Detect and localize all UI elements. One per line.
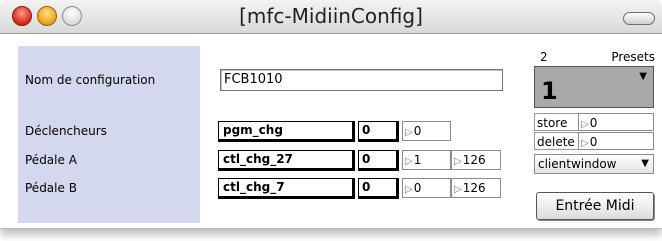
- presets-label: Presets: [611, 50, 655, 64]
- client-window-menu-value: clientwindow: [538, 157, 617, 171]
- message-box-pgm-chg[interactable]: pgm_chg: [218, 121, 355, 142]
- outlet-display-pedale-a-1: ▷1: [402, 150, 451, 170]
- triangle-down-icon: ▼: [639, 71, 647, 82]
- outlet-display-declencheurs: ▷0: [402, 121, 451, 141]
- preset-current-value: 1: [541, 77, 558, 105]
- triangle-down-icon: ▼: [641, 158, 649, 169]
- outlet-arrow-icon: ▷: [581, 119, 589, 130]
- presets-count: 2: [540, 50, 548, 64]
- presets-header: 2 Presets: [532, 50, 657, 66]
- message-box-ctl-chg-7[interactable]: ctl_chg_7: [218, 178, 355, 199]
- store-button[interactable]: store: [534, 113, 578, 131]
- window-title: [mfc-MidiinConfig]: [239, 4, 423, 28]
- row-label-pedale-b: Pédale B: [25, 181, 77, 195]
- delete-row: delete ▷0: [534, 132, 654, 150]
- row-label-declencheurs: Déclencheurs: [25, 124, 107, 138]
- outlet-arrow-icon: ▷: [454, 156, 462, 167]
- outlet-arrow-icon: ▷: [454, 184, 462, 195]
- outlet-arrow-icon: ▷: [581, 138, 589, 149]
- outlet-display-pedale-a-2: ▷126: [451, 150, 501, 170]
- delete-button[interactable]: delete: [534, 132, 578, 150]
- delete-number-box[interactable]: ▷0: [578, 132, 654, 150]
- outlet-arrow-icon: ▷: [405, 184, 413, 195]
- store-number-box[interactable]: ▷0: [578, 113, 654, 131]
- outlet-arrow-icon: ▷: [405, 127, 413, 138]
- number-box-pedale-b[interactable]: 0: [358, 178, 399, 199]
- toolbar-toggle-button[interactable]: [623, 12, 655, 25]
- row-label-pedale-a: Pédale A: [25, 153, 77, 167]
- number-box-declencheurs[interactable]: 0: [358, 121, 399, 142]
- presets-panel: 2 Presets 1 ▼ store ▷0 delete ▷0 clientwin…: [532, 46, 657, 226]
- number-box-pedale-a[interactable]: 0: [358, 150, 399, 171]
- midi-input-button[interactable]: Entrée Midi: [536, 192, 654, 220]
- outlet-display-pedale-b-2: ▷126: [451, 178, 501, 198]
- outlet-display-pedale-b-1: ▷0: [402, 178, 451, 198]
- preset-selector[interactable]: 1 ▼: [534, 66, 654, 108]
- config-name-field[interactable]: FCB1010: [220, 69, 503, 91]
- client-window-menu[interactable]: clientwindow ▼: [534, 154, 654, 174]
- message-box-ctl-chg-27[interactable]: ctl_chg_27: [218, 150, 355, 171]
- store-row: store ▷0: [534, 113, 654, 131]
- title-bar: [mfc-MidiinConfig]: [0, 0, 662, 34]
- config-window: [mfc-MidiinConfig] Nom de configuration …: [0, 0, 662, 229]
- outlet-arrow-icon: ▷: [405, 156, 413, 167]
- config-name-label: Nom de configuration: [25, 73, 156, 87]
